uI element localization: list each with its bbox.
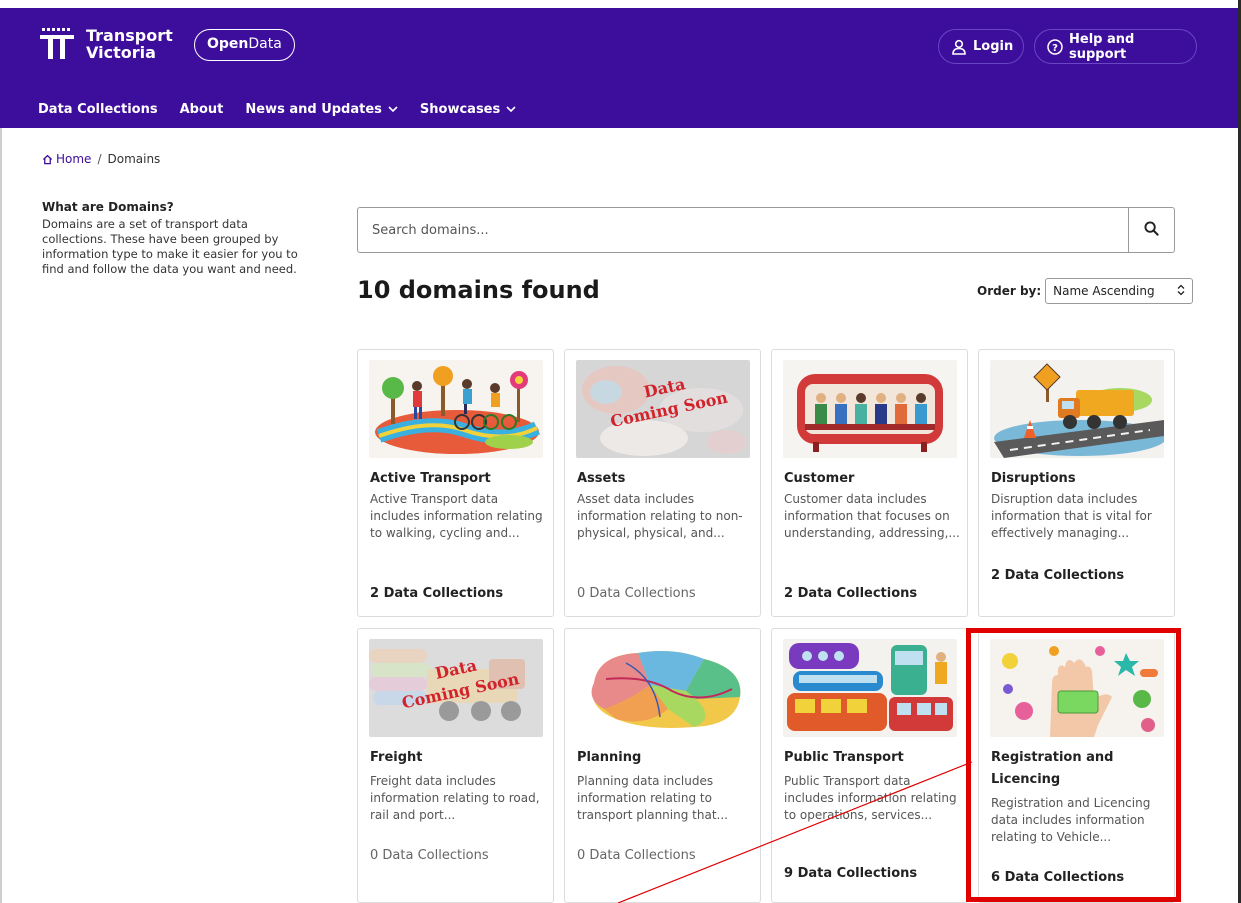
card-collection-count: 0 Data Collections (577, 848, 696, 863)
search-input[interactable] (358, 208, 1128, 252)
card-description: Customer data includes information that … (784, 492, 960, 540)
clay-map-image (576, 639, 750, 737)
info-text: Domains are a set of transport data coll… (42, 217, 298, 276)
domain-card-freight[interactable]: Data Coming Soon Freight Freight data in… (357, 628, 554, 903)
domain-search (357, 207, 1175, 253)
card-title: Disruptions (991, 471, 1076, 486)
clay-freight-truck-image: Data Coming Soon (369, 639, 543, 737)
card-description: Disruption data includes information tha… (991, 492, 1152, 540)
login-label: Login (973, 39, 1014, 54)
home-icon (42, 154, 53, 165)
domain-card-customer[interactable]: Customer Customer data includes informat… (771, 349, 968, 617)
breadcrumb-home[interactable]: Home (42, 152, 91, 166)
nav-news-updates[interactable]: News and Updates (245, 102, 398, 117)
card-collection-count: 9 Data Collections (784, 866, 918, 881)
opendata-rest: Data (248, 36, 282, 52)
clay-cyclists-image (369, 360, 543, 458)
main-nav: Data Collections About News and Updates … (0, 90, 538, 128)
card-description: Asset data includes information relating… (577, 492, 743, 540)
domain-card-active-transport[interactable]: Active Transport Active Transport data i… (357, 349, 554, 617)
nav-label: Showcases (419, 101, 501, 117)
card-collection-count: 2 Data Collections (370, 586, 504, 601)
results-count-heading: 10 domains found (357, 276, 600, 304)
chevron-down-icon (388, 105, 398, 113)
login-button[interactable]: Login (938, 29, 1024, 64)
help-support-button[interactable]: ? Help and support (1034, 29, 1197, 64)
top-border (0, 0, 1241, 8)
nav-label: Data Collections (38, 101, 158, 117)
domain-card-assets[interactable]: Data Coming Soon Assets Asset data inclu… (564, 349, 761, 617)
domain-card-disruptions[interactable]: Disruptions Disruption data includes inf… (978, 349, 1175, 617)
opendata-bold: Open (207, 36, 249, 52)
card-title: Freight (370, 750, 423, 765)
chevron-down-icon (506, 105, 516, 113)
sort-arrows-icon (1177, 284, 1185, 299)
domain-card-planning[interactable]: Planning Planning data includes informat… (564, 628, 761, 903)
card-description: Planning data includes information relat… (577, 774, 728, 822)
question-circle-icon: ? (1047, 38, 1063, 55)
brand-line1: Transport (86, 26, 173, 45)
brand-name: Transport Victoria (86, 27, 173, 61)
card-title: Public Transport (784, 750, 904, 765)
opendata-badge[interactable]: OpenData (194, 29, 295, 61)
order-select[interactable]: Name Ascending (1045, 278, 1194, 304)
annotation-highlight-box (966, 628, 1181, 902)
nav-showcases[interactable]: Showcases (420, 102, 516, 117)
card-title: Active Transport (370, 471, 491, 486)
card-description: Public Transport data includes informati… (784, 774, 957, 822)
card-title: Assets (577, 471, 626, 486)
info-heading: What are Domains? (42, 200, 174, 214)
brand-line2: Victoria (86, 43, 156, 62)
nav-data-collections[interactable]: Data Collections (38, 102, 158, 117)
card-title: Planning (577, 750, 642, 765)
domain-card-public-transport[interactable]: Public Transport Public Transport data i… (771, 628, 968, 903)
order-by: Order by: Name Ascending (977, 278, 1194, 304)
card-collection-count: 2 Data Collections (784, 586, 918, 601)
user-icon (951, 39, 967, 55)
card-description: Active Transport data includes informati… (370, 492, 543, 540)
clay-dump-truck-image (990, 360, 1164, 458)
search-button[interactable] (1128, 208, 1174, 252)
card-title: Customer (784, 471, 855, 486)
clay-bus-passengers-image (783, 360, 957, 458)
nav-about[interactable]: About (180, 102, 224, 117)
clay-assets-image: Data Coming Soon (576, 360, 750, 458)
nav-label: News and Updates (245, 101, 382, 117)
breadcrumb-separator: / (97, 152, 102, 166)
breadcrumb-home-label: Home (56, 152, 92, 166)
nav-label: About (179, 101, 224, 117)
card-collection-count: 2 Data Collections (991, 568, 1125, 583)
page-edge (0, 128, 2, 903)
order-value: Name Ascending (1053, 284, 1155, 298)
transport-victoria-logo[interactable]: Transport Victoria (38, 26, 173, 62)
card-collection-count: 0 Data Collections (577, 586, 696, 601)
clay-buses-image (783, 639, 957, 737)
card-collection-count: 0 Data Collections (370, 848, 489, 863)
search-icon (1144, 220, 1159, 240)
domains-info: What are Domains? Domains are a set of t… (42, 200, 312, 277)
card-description: Freight data includes information relati… (370, 774, 540, 822)
order-label: Order by: (977, 284, 1042, 298)
tv-logo-icon (38, 26, 78, 62)
breadcrumb-current: Domains (107, 152, 161, 166)
help-label: Help and support (1069, 31, 1135, 62)
svg-text:?: ? (1052, 43, 1058, 54)
breadcrumb: Home / Domains (42, 152, 160, 166)
